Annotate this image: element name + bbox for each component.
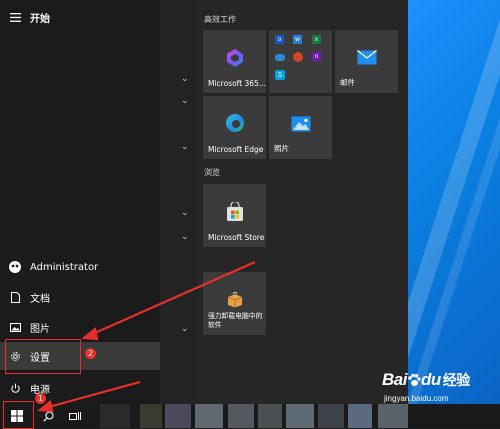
watermark-brand-2: du bbox=[420, 370, 441, 389]
watermark-logo: Bai du 经验 bbox=[382, 370, 470, 390]
annotation-arrow-to-settings bbox=[87, 260, 256, 338]
step-badge-2: 2 bbox=[85, 348, 96, 359]
step-badge-1: 1 bbox=[35, 393, 46, 404]
watermark-brand: Bai bbox=[382, 370, 407, 389]
annotation-arrows bbox=[37, 260, 256, 413]
annotation-arrow-to-start bbox=[44, 380, 141, 410]
annotation-arrowhead bbox=[81, 326, 99, 341]
watermark-jingyan: 经验 bbox=[442, 372, 471, 388]
watermark-url: jingyan.baidu.com bbox=[384, 394, 449, 403]
baidu-paw-icon bbox=[407, 372, 421, 386]
